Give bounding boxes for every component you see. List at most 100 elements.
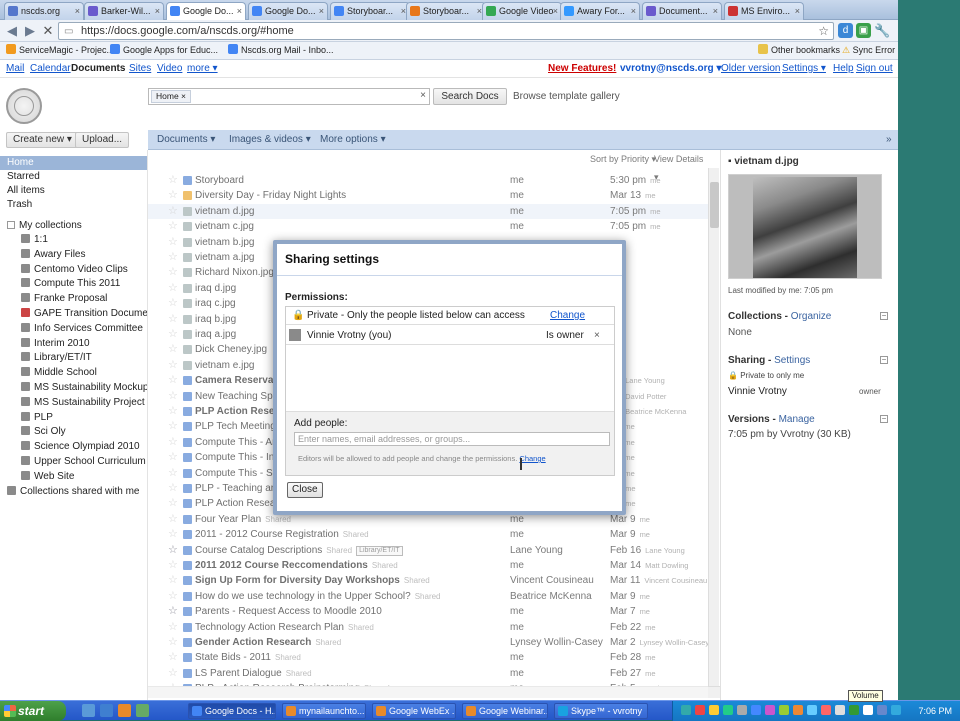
close-tab-icon[interactable]: × — [75, 3, 80, 19]
collection-item[interactable]: 1:1 — [0, 233, 147, 247]
collection-item[interactable]: Franke Proposal — [0, 292, 147, 306]
firefox-icon[interactable] — [118, 704, 131, 717]
taskbar-item[interactable]: Google WebEx ... — [372, 703, 456, 719]
change-visibility-link[interactable]: Change — [550, 307, 585, 325]
tray-icon[interactable] — [709, 705, 719, 715]
collapse-collections-icon[interactable]: − — [880, 312, 888, 320]
tray-icon[interactable] — [765, 705, 775, 715]
create-new-button[interactable]: Create new ▾ — [6, 132, 79, 148]
collection-item[interactable]: PLP — [0, 411, 147, 425]
add-people-input[interactable]: Enter names, email addresses, or groups.… — [294, 432, 610, 446]
close-tab-icon[interactable]: × — [319, 3, 324, 19]
new-features-link[interactable]: New Features! — [548, 60, 616, 78]
show-desktop-icon[interactable] — [82, 704, 95, 717]
documents-filter[interactable]: Documents ▾ — [157, 130, 215, 150]
gbar-link[interactable]: Documents — [71, 60, 125, 78]
gbar-right-link[interactable]: Help — [833, 60, 854, 78]
bookmark-item[interactable]: Nscds.org Mail - Inbo... — [228, 42, 334, 59]
close-tab-icon[interactable]: × — [713, 3, 718, 19]
close-tab-icon[interactable]: × — [553, 3, 558, 19]
extension-d-icon[interactable]: d — [838, 23, 853, 38]
close-tab-icon[interactable]: × — [237, 3, 242, 19]
collection-item[interactable]: GAPE Transition Documents — [0, 307, 147, 321]
collections-shared-with-me[interactable]: Collections shared with me — [0, 485, 147, 499]
gbar-link[interactable]: Sites — [129, 60, 151, 78]
quicklaunch-icon[interactable] — [136, 704, 149, 717]
gbar-right-link[interactable]: Settings ▾ — [782, 60, 826, 78]
collection-item[interactable]: Interim 2010 — [0, 337, 147, 351]
gbar-link[interactable]: Video — [157, 60, 182, 78]
sidebar-item-all-items[interactable]: All items — [0, 184, 147, 198]
gbar-link[interactable]: Mail — [6, 60, 24, 78]
back-icon[interactable]: ◀ — [4, 23, 20, 39]
taskbar-item[interactable]: Skype™ - vvrotny — [554, 703, 648, 719]
tray-icon[interactable] — [891, 705, 901, 715]
gbar-right-link[interactable]: Older version — [721, 60, 780, 78]
list-scrollbar[interactable] — [708, 168, 719, 698]
tray-icon[interactable] — [695, 705, 705, 715]
browser-tab[interactable]: Storyboar... × — [330, 2, 410, 20]
collection-item[interactable]: Sci Oly — [0, 425, 147, 439]
tray-icon[interactable] — [681, 705, 691, 715]
tray-icon[interactable] — [877, 705, 887, 715]
browser-tab[interactable]: MS Enviro... × — [724, 2, 804, 20]
sidebar-item-home[interactable]: Home — [0, 156, 147, 170]
close-tab-icon[interactable]: × — [155, 3, 160, 19]
more-options-filter[interactable]: More options ▾ — [320, 130, 386, 150]
sync-error[interactable]: ⚠ Sync Error — [842, 42, 895, 59]
collection-item[interactable]: MS Sustainability Mockup — [0, 381, 147, 395]
search-clear-icon[interactable]: × — [420, 90, 426, 101]
collection-item[interactable]: Info Services Committee — [0, 322, 147, 336]
collection-item[interactable]: Web Site — [0, 470, 147, 484]
sidebar-item-starred[interactable]: Starred — [0, 170, 147, 184]
address-bar[interactable]: ▭ https://docs.google.com/a/nscds.org/#h… — [58, 22, 834, 40]
collapse-panel-icon[interactable]: » — [886, 130, 892, 150]
collection-item[interactable]: Awary Files — [0, 248, 147, 262]
gbar-link[interactable]: Calendar — [30, 60, 71, 78]
bookmark-star-icon[interactable]: ☆ — [818, 23, 829, 39]
user-account-menu[interactable]: vvrotny@nscds.org ▾ — [620, 60, 721, 78]
browse-template-gallery-link[interactable]: Browse template gallery — [513, 89, 620, 104]
wrench-icon[interactable]: 🔧 — [874, 23, 890, 38]
browser-tab[interactable]: Google Do... × — [248, 2, 328, 20]
remove-person-icon[interactable]: × — [594, 327, 600, 345]
image-preview[interactable] — [728, 174, 882, 279]
forward-icon[interactable]: ▶ — [22, 23, 38, 39]
upload-button[interactable]: Upload... — [75, 132, 130, 148]
tray-icon[interactable] — [793, 705, 803, 715]
tray-icon[interactable] — [737, 705, 747, 715]
search-input[interactable]: Home × × — [148, 88, 430, 105]
taskbar-item[interactable]: Google Webinar... — [462, 703, 548, 719]
collection-item[interactable]: Science Olympiad 2010 — [0, 440, 147, 454]
close-tab-icon[interactable]: × — [631, 3, 636, 19]
close-button[interactable]: Close — [287, 482, 323, 498]
browser-tab[interactable]: Google Video × — [482, 2, 562, 20]
collection-item[interactable]: Upper School Curriculum — [0, 455, 147, 469]
tray-icon[interactable] — [821, 705, 831, 715]
collapse-sharing-icon[interactable]: − — [880, 356, 888, 364]
browser-tab[interactable]: Barker-Wil... × — [84, 2, 164, 20]
browser-tab[interactable]: Google Do... × — [166, 2, 246, 21]
gbar-link[interactable]: more ▾ — [187, 60, 218, 78]
sidebar-item-trash[interactable]: Trash — [0, 198, 147, 212]
start-button[interactable]: start — [0, 701, 66, 721]
close-tab-icon[interactable]: × — [795, 3, 800, 19]
tray-icon[interactable] — [835, 705, 845, 715]
tray-icon[interactable] — [807, 705, 817, 715]
tray-icon[interactable] — [779, 705, 789, 715]
other-bookmarks[interactable]: Other bookmarks — [758, 42, 840, 59]
collection-item[interactable]: Compute This 2011 — [0, 277, 147, 291]
search-chip-home[interactable]: Home × — [151, 90, 192, 103]
collection-item[interactable]: MS Sustainability Project — [0, 396, 147, 410]
ie-icon[interactable] — [100, 704, 113, 717]
expand-icon[interactable] — [7, 221, 15, 229]
browser-tab[interactable]: Document... × — [642, 2, 722, 20]
collection-item[interactable]: Centomo Video Clips — [0, 263, 147, 277]
tray-icon[interactable] — [723, 705, 733, 715]
browser-tab[interactable]: Awary For... × — [560, 2, 640, 20]
images-videos-filter[interactable]: Images & videos ▾ — [229, 130, 311, 150]
volume-icon[interactable] — [863, 705, 873, 715]
collapse-versions-icon[interactable]: − — [880, 415, 888, 423]
tray-icon[interactable] — [849, 705, 859, 715]
browser-tab[interactable]: nscds.org × — [4, 2, 84, 20]
